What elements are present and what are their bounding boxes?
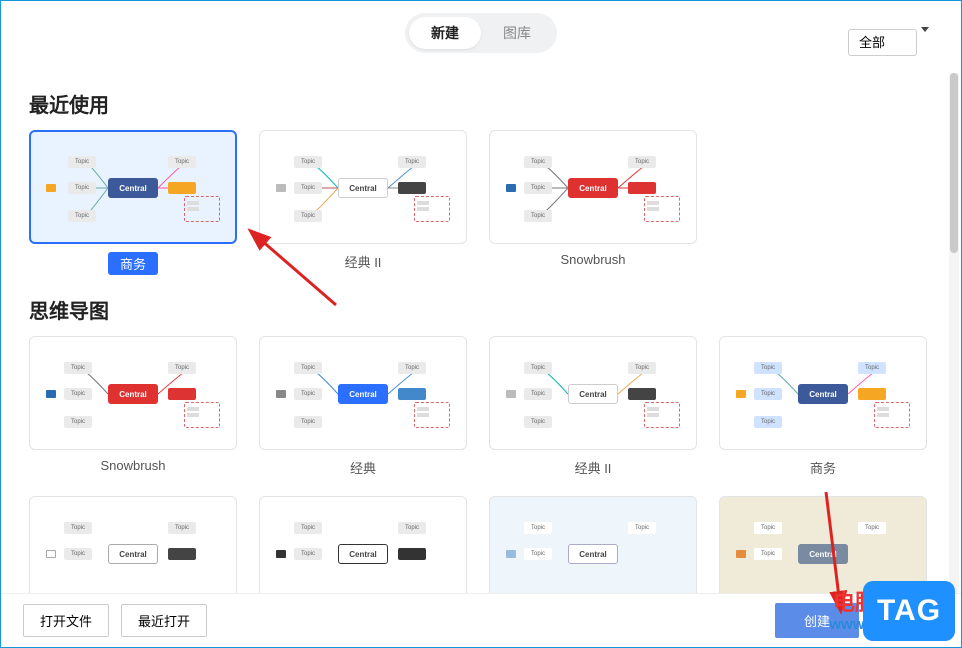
- tab-library[interactable]: 图库: [481, 17, 553, 49]
- recent-open-button[interactable]: 最近打开: [121, 604, 207, 637]
- topbar: 新建 图库 全部: [1, 1, 961, 61]
- template-label: Snowbrush: [560, 252, 625, 267]
- scrollbar-thumb[interactable]: [950, 73, 958, 253]
- template-label: Snowbrush: [100, 458, 165, 473]
- template-card-classic2[interactable]: Topic Topic Topic Central Topic: [259, 130, 467, 244]
- template-card-snowbrush[interactable]: Topic Topic Topic Central Topic: [489, 130, 697, 244]
- scrollbar[interactable]: [949, 73, 959, 593]
- filter-select[interactable]: 全部: [848, 29, 917, 56]
- tag-badge: TAG: [863, 581, 955, 641]
- section-recent-title: 最近使用: [29, 89, 933, 118]
- template-card[interactable]: Topic Topic Topic Central Topic: [719, 336, 927, 450]
- content-area: 最近使用 Topic Topic Topic Central Topic 商务: [1, 61, 961, 647]
- template-label: 商务: [810, 458, 836, 477]
- section-mindmap-title: 思维导图: [29, 295, 933, 324]
- template-card[interactable]: Topic Topic Topic Central Topic: [259, 336, 467, 450]
- open-file-button[interactable]: 打开文件: [23, 604, 109, 637]
- template-card[interactable]: Topic Topic Topic Central Topic: [489, 336, 697, 450]
- template-label: 经典 II: [345, 252, 382, 271]
- template-card-biz[interactable]: Topic Topic Topic Central Topic: [29, 130, 237, 244]
- recent-grid: Topic Topic Topic Central Topic 商务 Topic…: [29, 130, 933, 275]
- template-label: 商务: [108, 252, 158, 275]
- footer: 打开文件 最近打开 创建 取消: [1, 593, 961, 647]
- mindmap-grid: Topic Topic Topic Central Topic Snowbrus…: [29, 336, 933, 610]
- tab-group: 新建 图库: [405, 13, 557, 53]
- template-label: 经典 II: [575, 458, 612, 477]
- template-card[interactable]: Topic Topic Topic Central Topic: [29, 336, 237, 450]
- tab-new[interactable]: 新建: [409, 17, 481, 49]
- template-label: 经典: [350, 458, 376, 477]
